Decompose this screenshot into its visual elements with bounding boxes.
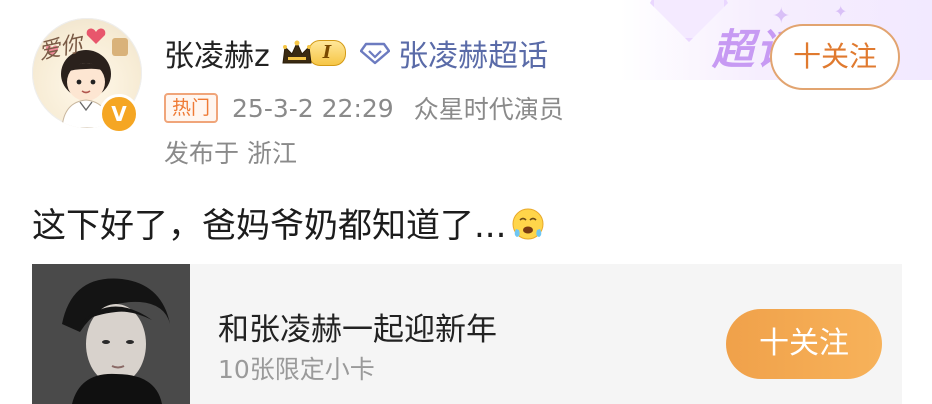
promo-card[interactable]: 和张凌赫一起迎新年 10张限定小卡 十关注 (32, 264, 902, 404)
weibo-post: 超话 ✦ ✦ 爱你 V 张凌赫z I 张凌赫超话 十关注 热门 25-3-2 2… (0, 0, 932, 404)
sparkle-icon: ✦ (834, 2, 848, 21)
crown-icon (282, 40, 312, 64)
portrait-image (32, 264, 190, 404)
post-meta: 热门 25-3-2 22:29 众星时代演员 (164, 90, 584, 126)
post-source: 众星时代演员 (413, 95, 564, 124)
promo-card-subtitle: 10张限定小卡 (218, 355, 375, 384)
member-level-badge[interactable]: I (280, 39, 347, 67)
sparkle-icon: ✦ (772, 4, 791, 29)
promo-card-image (32, 264, 190, 404)
user-header: 张凌赫z I 张凌赫超话 (164, 30, 548, 76)
diamond-icon (360, 42, 391, 65)
hot-tag: 热门 (164, 93, 219, 123)
post-location: 发布于 浙江 (164, 139, 297, 168)
post-content: 这下好了，爸妈爷奶都知道了... (32, 198, 546, 247)
post-timestamp: 25-3-2 22:29 (232, 93, 394, 123)
super-topic-link[interactable]: 张凌赫超话 (398, 31, 548, 75)
card-follow-button[interactable]: 十关注 (726, 309, 882, 379)
post-text: 这下好了，爸妈爷奶都知道了... (32, 206, 507, 246)
verified-badge-icon: V (99, 94, 139, 134)
worried-face-emoji-icon (512, 208, 544, 239)
promo-card-title: 和张凌赫一起迎新年 (218, 312, 497, 348)
follow-button[interactable]: 十关注 (770, 24, 900, 90)
username[interactable]: 张凌赫z (164, 31, 270, 75)
